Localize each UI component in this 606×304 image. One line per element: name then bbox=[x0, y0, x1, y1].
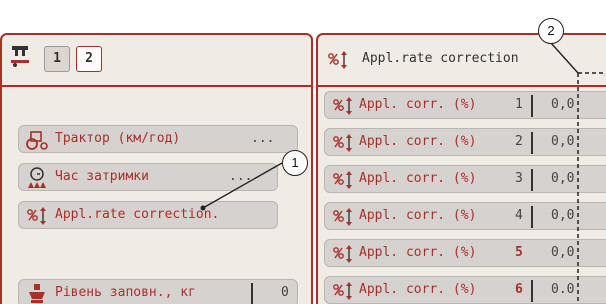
callout-1: 1 bbox=[282, 150, 308, 176]
callout-2: 2 bbox=[538, 18, 564, 44]
callout-1-dot bbox=[200, 205, 206, 211]
callout-2-leader bbox=[550, 42, 579, 74]
callout-1-leader bbox=[202, 162, 283, 209]
